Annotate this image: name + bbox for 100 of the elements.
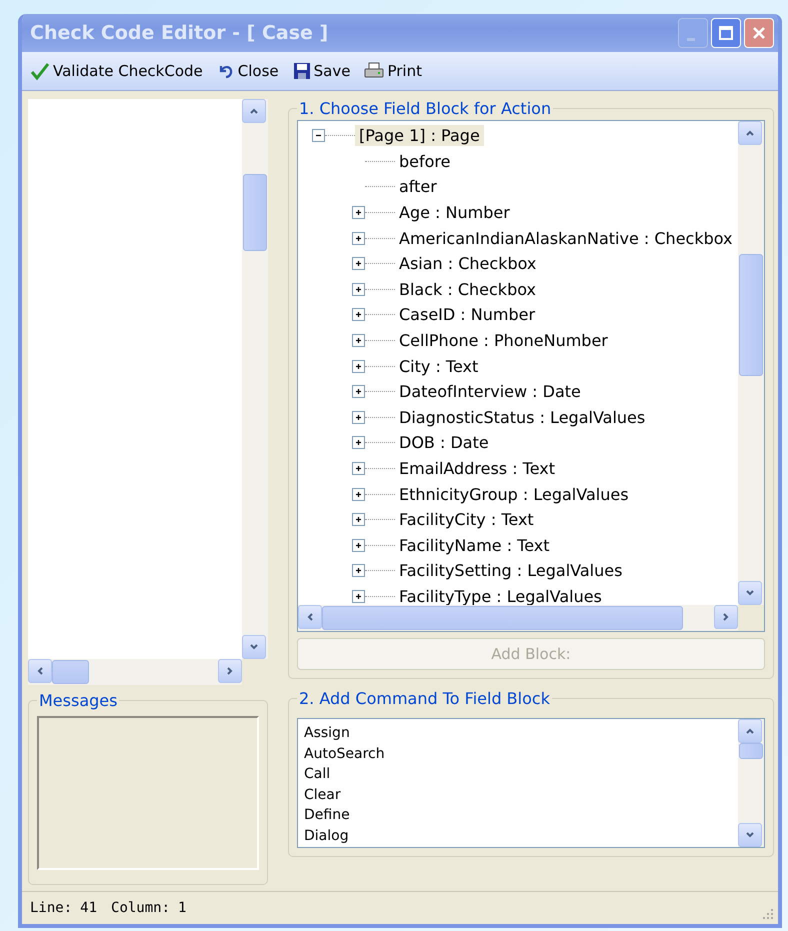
tree-item[interactable]: [Page 1] : Page [355, 125, 484, 146]
checkmark-icon [30, 61, 50, 81]
vertical-scrollbar[interactable] [738, 121, 764, 605]
list-item[interactable]: Clear [304, 784, 732, 806]
scroll-thumb[interactable] [243, 174, 267, 251]
status-value: 41 [80, 900, 98, 916]
list-item[interactable]: Dialog [304, 826, 732, 847]
chevron-up-icon [249, 106, 259, 116]
tree-item[interactable]: DOB : Date [395, 432, 493, 454]
expand-icon[interactable] [352, 308, 365, 322]
scroll-right-button[interactable] [218, 659, 242, 683]
scroll-down-button[interactable] [738, 581, 762, 605]
expand-icon[interactable] [352, 282, 365, 296]
scroll-down-button[interactable] [738, 823, 762, 847]
expand-icon[interactable] [352, 564, 365, 578]
scroll-up-button[interactable] [738, 121, 762, 145]
horizontal-scrollbar[interactable] [28, 659, 242, 685]
tree-item[interactable]: DiagnosticStatus : LegalValues [395, 406, 650, 428]
collapse-icon[interactable] [312, 129, 325, 142]
close-button[interactable] [744, 18, 774, 48]
tree-item[interactable]: City : Text [395, 356, 482, 377]
expand-icon[interactable] [352, 488, 365, 501]
chevron-right-icon [225, 666, 235, 676]
tree-item[interactable]: AmericanIndianAlaskanNative : Checkbox [395, 228, 737, 249]
scroll-thumb[interactable] [739, 743, 763, 759]
plus-icon [354, 387, 363, 396]
plus-icon [354, 438, 363, 448]
scroll-left-button[interactable] [298, 605, 322, 629]
chevron-right-icon [721, 612, 731, 622]
expand-icon[interactable] [352, 538, 365, 552]
maximize-icon [716, 23, 736, 43]
expand-icon[interactable] [352, 232, 365, 245]
tree-item[interactable]: Age : Number [395, 202, 514, 224]
vertical-scrollbar[interactable] [242, 99, 268, 659]
list-item[interactable]: Call [304, 764, 732, 785]
list-item[interactable]: Define [304, 805, 732, 826]
toolbar-button[interactable]: Validate CheckCode [26, 59, 207, 83]
maximize-button[interactable] [711, 18, 741, 48]
list-item[interactable]: Assign [304, 723, 732, 744]
plus-icon [354, 208, 363, 218]
expand-icon[interactable] [352, 257, 365, 270]
tree-item[interactable]: FacilityCity : Text [395, 509, 538, 530]
scroll-up-button[interactable] [738, 719, 762, 743]
scroll-thumb[interactable] [52, 660, 89, 684]
chevron-up-icon [745, 128, 755, 138]
horizontal-scrollbar[interactable] [298, 605, 738, 631]
tree-item[interactable]: Black : Checkbox [395, 278, 540, 300]
scroll-down-button[interactable] [242, 635, 266, 659]
chevron-down-icon [745, 588, 755, 598]
group-title: 2. Add Command To Field Block [298, 689, 551, 708]
status-label: Column: [111, 900, 170, 916]
tree-item[interactable]: EthnicityGroup : LegalValues [395, 484, 633, 505]
tree-item[interactable]: CellPhone : PhoneNumber [395, 330, 612, 352]
plus-icon [354, 566, 363, 576]
plus-icon [354, 592, 363, 601]
tree-item[interactable]: after [395, 176, 441, 198]
chevron-down-icon [745, 830, 755, 840]
plus-icon [354, 284, 363, 294]
toolbar-button[interactable]: Save [288, 60, 354, 82]
tree-item[interactable]: Asian : Checkbox [395, 253, 540, 274]
expand-icon[interactable] [352, 436, 365, 450]
scroll-up-button[interactable] [242, 99, 266, 123]
expand-icon[interactable] [352, 513, 365, 526]
minimize-icon [687, 38, 695, 40]
scroll-thumb[interactable] [322, 606, 683, 630]
tree-item[interactable]: EmailAddress : Text [395, 458, 560, 480]
scroll-right-button[interactable] [714, 605, 738, 629]
plus-icon [354, 310, 363, 320]
toolbar-button[interactable]: Print [360, 60, 426, 82]
tree-item[interactable]: CaseID : Number [395, 304, 540, 326]
chevron-left-icon [35, 666, 45, 676]
expand-icon[interactable] [352, 385, 365, 398]
chevron-up-icon [745, 726, 755, 736]
expand-icon[interactable] [352, 206, 365, 220]
plus-icon [354, 362, 363, 371]
scroll-thumb[interactable] [739, 254, 763, 376]
vertical-scrollbar[interactable] [738, 719, 764, 847]
expand-icon[interactable] [352, 410, 365, 424]
plus-icon [354, 336, 363, 346]
expand-icon[interactable] [352, 334, 365, 348]
scrollbar-corner [738, 605, 764, 631]
tree-item[interactable]: before [395, 150, 454, 172]
list-item[interactable]: AutoSearch [304, 744, 732, 764]
expand-icon[interactable] [352, 590, 365, 603]
chevron-left-icon [305, 612, 315, 622]
plus-icon [354, 540, 363, 550]
plus-icon [354, 490, 363, 499]
tree-item[interactable]: DateofInterview : Date [395, 381, 585, 402]
plus-icon [354, 464, 363, 474]
tree-item[interactable]: FacilitySetting : LegalValues [395, 560, 626, 582]
group-title: Messages [38, 691, 118, 710]
expand-icon[interactable] [352, 360, 365, 373]
tree-item[interactable]: FacilityType : LegalValues [395, 586, 606, 605]
printer-icon [364, 62, 384, 80]
plus-icon [354, 412, 363, 422]
expand-icon[interactable] [352, 462, 365, 476]
scroll-left-button[interactable] [28, 659, 52, 683]
plus-icon [354, 515, 363, 524]
tree-item[interactable]: FacilityName : Text [395, 534, 554, 556]
toolbar-button[interactable]: Close [212, 60, 283, 82]
